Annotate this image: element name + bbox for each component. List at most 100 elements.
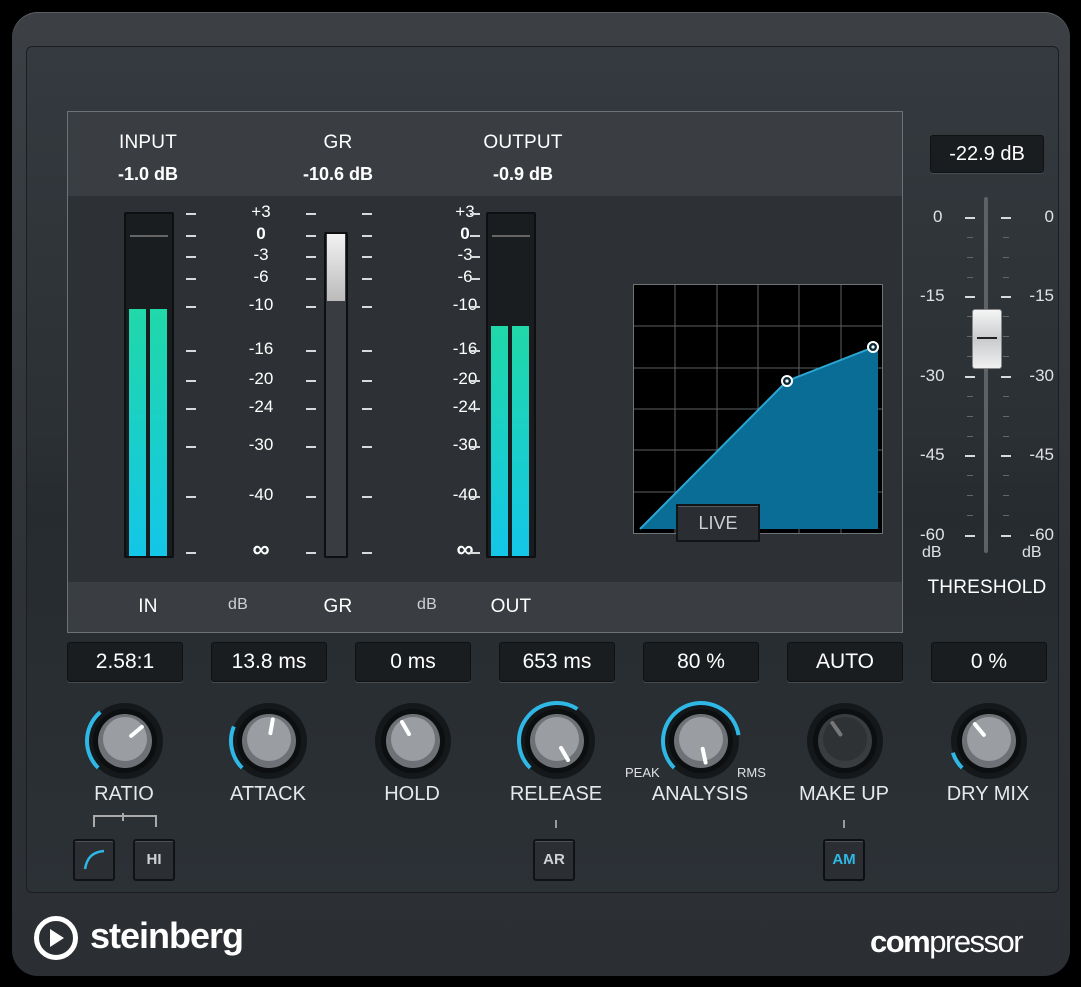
- input-meter-bar-right: [150, 309, 167, 556]
- threshold-minor-tick: [1003, 396, 1009, 397]
- meter-scale-label: 0: [256, 224, 266, 243]
- meter-tick: [362, 278, 372, 280]
- threshold-value-display[interactable]: -22.9 dB: [930, 135, 1044, 173]
- threshold-minor-tick: [967, 277, 973, 278]
- threshold-minor-tick: [1003, 495, 1009, 496]
- meter-tick: [306, 235, 316, 237]
- meter-scale-label: +3: [455, 202, 475, 221]
- meter-tick: [186, 380, 196, 382]
- auto-makeup-button[interactable]: AM: [823, 839, 865, 881]
- in-footer-label: IN: [138, 596, 158, 617]
- soft-knee-button[interactable]: [73, 839, 115, 881]
- threshold-minor-tick: [967, 436, 973, 437]
- control-value-display[interactable]: 2.58:1: [67, 642, 183, 682]
- meter-tick: [186, 235, 196, 237]
- input-label: INPUT: [119, 132, 177, 153]
- control-label: ANALYSIS: [651, 783, 749, 805]
- threshold-minor-tick: [1003, 237, 1009, 238]
- meter-tick: [470, 213, 480, 215]
- meter-tick: [470, 306, 480, 308]
- output-label: OUTPUT: [483, 132, 563, 153]
- meter-tick: [470, 350, 480, 352]
- meter-scale-label: 0: [460, 224, 470, 243]
- meter-tick: [362, 408, 372, 410]
- live-button[interactable]: LIVE: [676, 504, 760, 542]
- meter-scale-label: -6: [457, 267, 473, 286]
- threshold-tick: [965, 535, 975, 537]
- threshold-tick: [965, 455, 975, 457]
- meter-scale-label: ∞: [456, 536, 474, 563]
- meter-tick: [306, 446, 316, 448]
- meter-scale-label: -6: [253, 267, 269, 286]
- control-knob[interactable]: [515, 699, 599, 783]
- control-value-display[interactable]: 13.8 ms: [211, 642, 327, 682]
- meter-tick: [186, 496, 196, 498]
- threshold-slider-handle[interactable]: [972, 309, 1002, 369]
- control-knob[interactable]: [803, 699, 887, 783]
- output-meter: [486, 212, 536, 558]
- control-value-display[interactable]: 0 ms: [355, 642, 471, 682]
- threshold-scale-left-label: -30: [920, 366, 945, 385]
- product-name-suffix: pressor: [929, 924, 1023, 959]
- threshold-scale-left-label: -60: [920, 525, 945, 544]
- gr-footer-label: GR: [323, 596, 353, 617]
- gr-meter-bar: [327, 234, 345, 301]
- hi-filter-button[interactable]: HI: [133, 839, 175, 881]
- gr-label: GR: [323, 132, 353, 153]
- control-label: RELEASE: [509, 783, 603, 805]
- threshold-minor-tick: [1003, 336, 1009, 337]
- threshold-minor-tick: [1003, 316, 1009, 317]
- control-value-display[interactable]: 80 %: [643, 642, 759, 682]
- transfer-curve-graph[interactable]: [633, 284, 883, 534]
- threshold-tick: [965, 376, 975, 378]
- meter-scale-label: -24: [248, 397, 274, 416]
- output-peak-line: [492, 235, 530, 237]
- meter-scale-label: -10: [248, 295, 274, 314]
- control-knob[interactable]: [371, 699, 455, 783]
- control-knob[interactable]: [227, 699, 311, 783]
- threshold-scale-left-label: -15: [920, 286, 945, 305]
- threshold-minor-tick: [1003, 277, 1009, 278]
- gr-value: -10.6 dB: [302, 164, 374, 184]
- meter-tick: [306, 350, 316, 352]
- db-footer-label-1: dB: [228, 596, 248, 613]
- control-knob[interactable]: [659, 699, 743, 783]
- threshold-tick: [1001, 535, 1011, 537]
- control-value-display[interactable]: 653 ms: [499, 642, 615, 682]
- meter-scale-label: +3: [251, 202, 271, 221]
- meter-scale-label: -40: [248, 485, 274, 504]
- meter-tick: [470, 496, 480, 498]
- transfer-curve-area: [640, 347, 878, 529]
- meter-tick: [362, 213, 372, 215]
- soft-knee-icon: [83, 849, 105, 870]
- meter-tick: [186, 446, 196, 448]
- threshold-scale-right-label: -60: [1029, 525, 1054, 544]
- plugin-window: INPUT -1.0 dB GR -10.6 dB OUTPUT -0.9 dB: [12, 12, 1070, 976]
- threshold-minor-tick: [967, 257, 973, 258]
- meter-tick: [306, 408, 316, 410]
- threshold-minor-tick: [967, 416, 973, 417]
- threshold-tick: [965, 217, 975, 219]
- control-value-display[interactable]: 0 %: [931, 642, 1047, 682]
- analysis-peak-label: PEAK: [625, 765, 660, 780]
- control-knob[interactable]: [947, 699, 1031, 783]
- control-knob[interactable]: [83, 699, 167, 783]
- threshold-minor-tick: [1003, 515, 1009, 516]
- meter-tick: [186, 213, 196, 215]
- db-footer-label-2: dB: [417, 596, 437, 613]
- auto-release-button[interactable]: AR: [533, 839, 575, 881]
- control-value-display[interactable]: AUTO: [787, 642, 903, 682]
- threshold-minor-tick: [967, 475, 973, 476]
- threshold-slider-track[interactable]: [984, 197, 988, 553]
- threshold-unit-right: dB: [1022, 544, 1042, 561]
- threshold-tick: [1001, 217, 1011, 219]
- threshold-minor-tick: [1003, 475, 1009, 476]
- meter-tick: [186, 256, 196, 258]
- meter-tick: [186, 306, 196, 308]
- meter-scale-label: ∞: [252, 536, 270, 563]
- threshold-tick: [965, 296, 975, 298]
- output-meter-bar-left: [491, 326, 508, 556]
- threshold-scale-right-label: -45: [1029, 445, 1054, 464]
- threshold-minor-tick: [1003, 257, 1009, 258]
- threshold-scale-left-label: -45: [920, 445, 945, 464]
